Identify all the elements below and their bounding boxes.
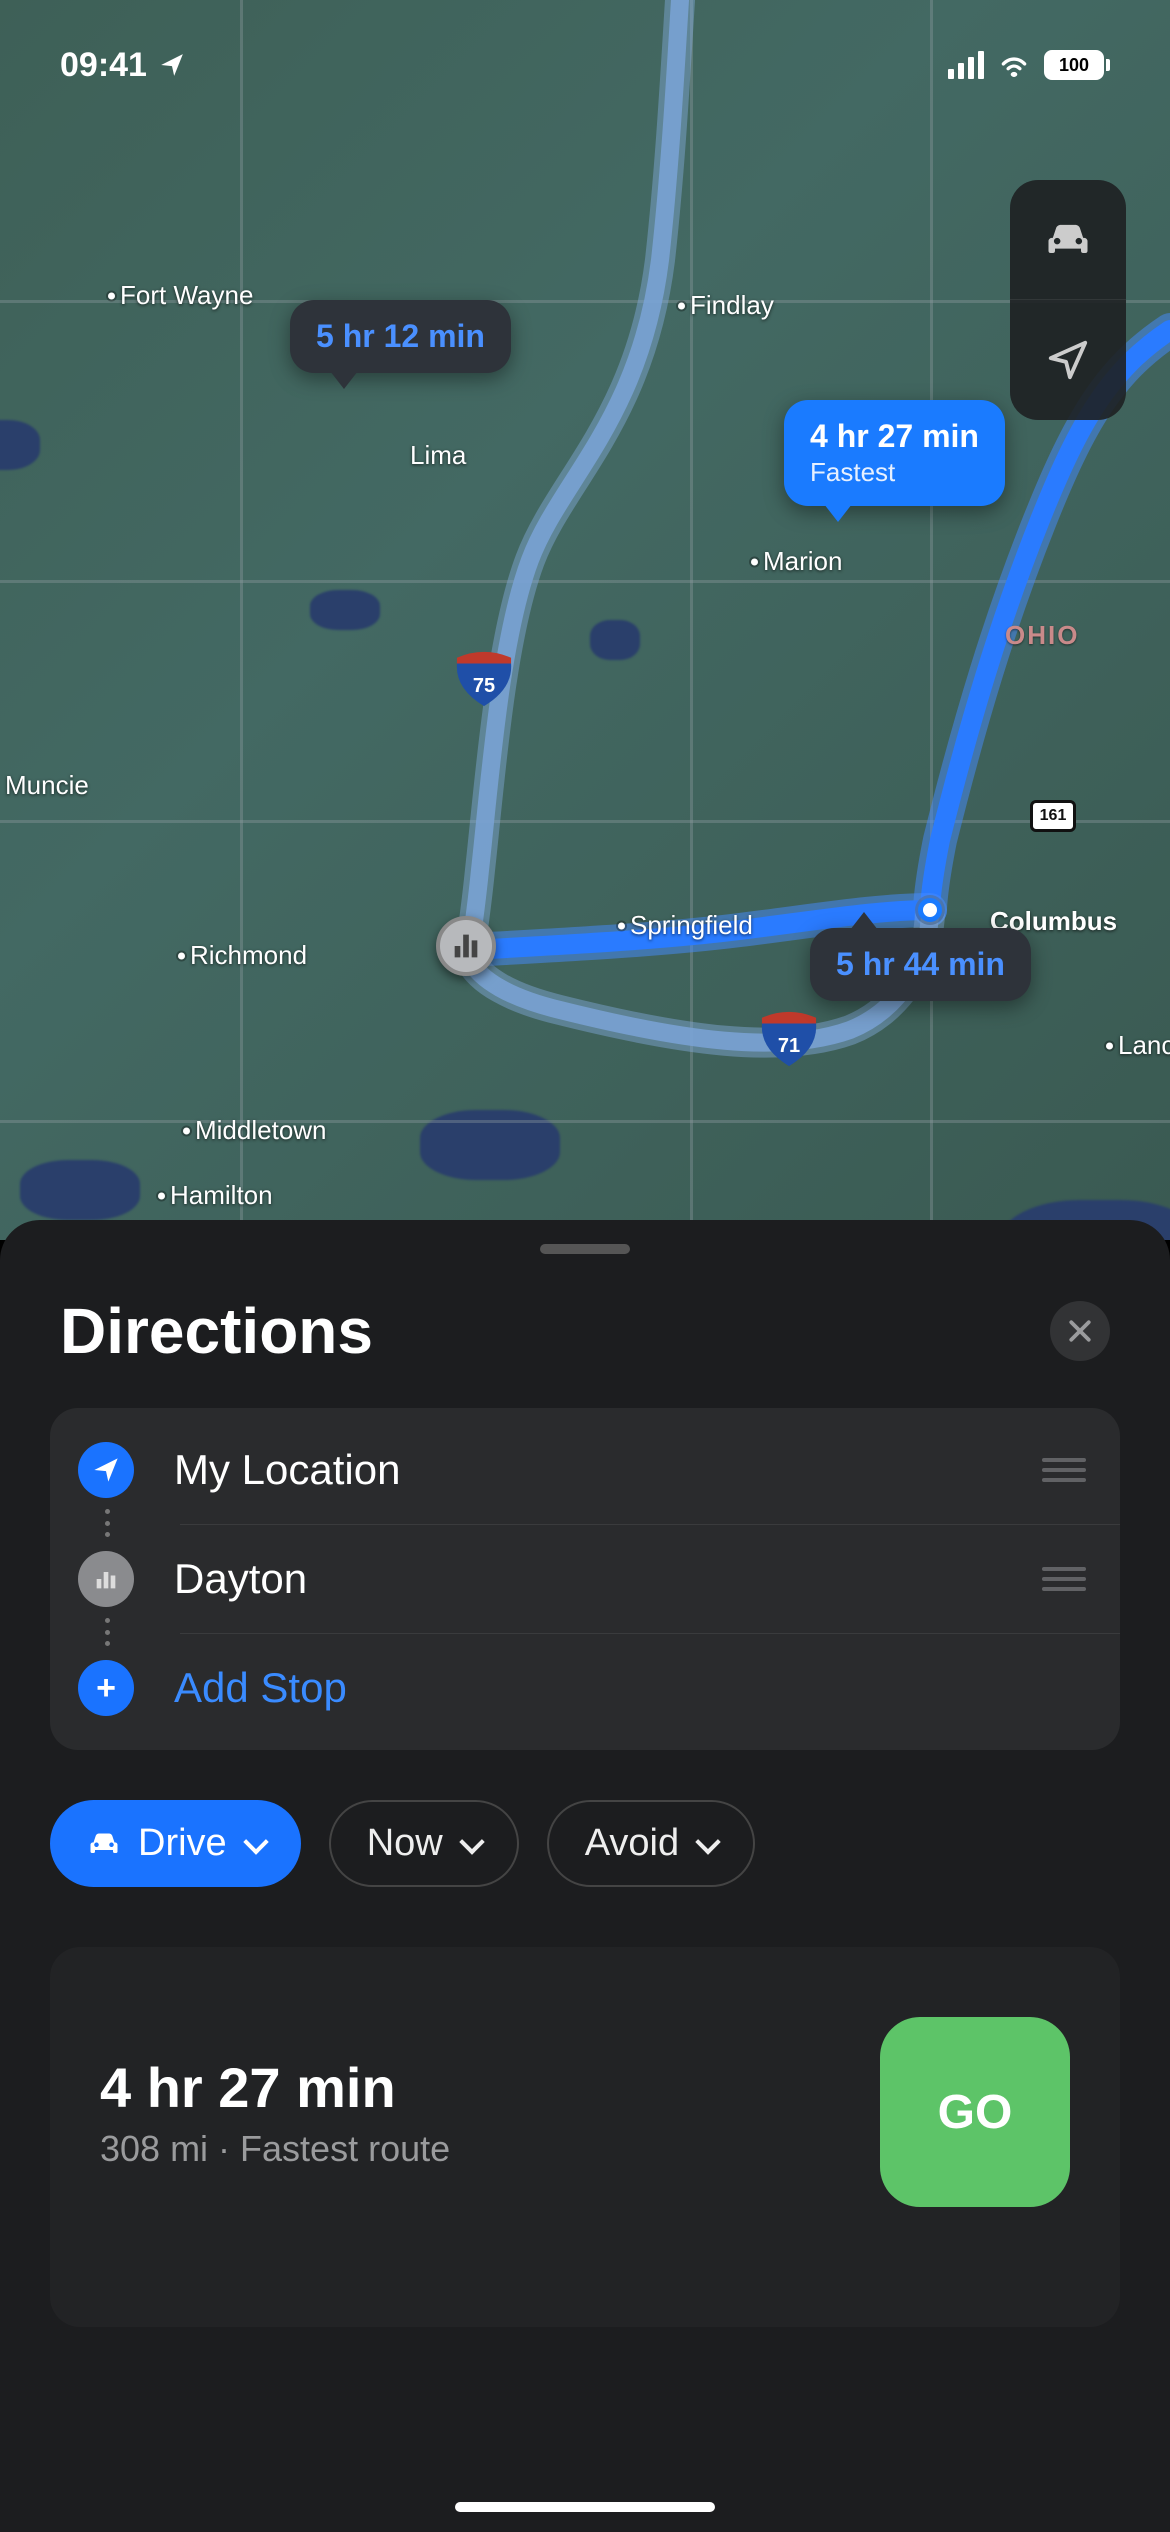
city-label-findlay: Findlay (690, 290, 774, 321)
stops-card: My Location Dayton + Add Stop (50, 1408, 1120, 1750)
close-icon (1065, 1316, 1095, 1346)
add-stop-row[interactable]: + Add Stop (50, 1634, 1120, 1742)
city-label-richmond: Richmond (190, 940, 307, 971)
sheet-header: Directions (0, 1294, 1170, 1408)
interstate-shield-71: 71 (760, 1010, 818, 1068)
route-shield-161: 161 (1030, 800, 1076, 832)
car-icon (1042, 214, 1094, 266)
car-icon (86, 1826, 122, 1862)
city-label-lancaster: Lanc (1118, 1030, 1170, 1061)
stop-to-label: Dayton (174, 1555, 1042, 1603)
sheet-grabber[interactable] (540, 1244, 630, 1254)
map-view[interactable]: Fort Wayne Findlay Lima Muncie Richmond … (0, 0, 1170, 1240)
route-callout-alt-1[interactable]: 5 hr 12 min (290, 300, 511, 373)
plus-icon: + (78, 1660, 134, 1716)
map-mode-button[interactable] (1010, 180, 1126, 300)
route-overlay (0, 0, 1170, 1240)
status-time: 09:41 (60, 46, 147, 85)
stop-to-row[interactable]: Dayton (50, 1525, 1120, 1633)
location-services-icon (159, 52, 185, 78)
city-icon (78, 1551, 134, 1607)
reorder-handle[interactable] (1042, 1458, 1092, 1482)
battery-level: 100 (1059, 55, 1089, 76)
route-duration: 4 hr 27 min (100, 2055, 450, 2120)
go-button[interactable]: GO (880, 2017, 1070, 2207)
battery-icon: 100 (1044, 50, 1110, 80)
location-icon (78, 1442, 134, 1498)
mode-label: Drive (138, 1822, 227, 1865)
route-callout-alt-2[interactable]: 5 hr 44 min (810, 928, 1031, 1001)
status-right: 100 (948, 50, 1110, 80)
state-label-ohio: OHIO (1005, 620, 1079, 651)
reorder-handle[interactable] (1042, 1567, 1092, 1591)
directions-sheet[interactable]: Directions My Location Dayton + Add Stop (0, 1220, 1170, 2532)
interstate-shield-75: 75 (455, 650, 513, 708)
city-label-middletown: Middletown (195, 1115, 327, 1146)
chevron-down-icon (695, 1829, 720, 1854)
city-label-hamilton: Hamilton (170, 1180, 273, 1211)
status-left: 09:41 (60, 46, 185, 85)
route-meta: 308 mi · Fastest route (100, 2128, 450, 2170)
route-card[interactable]: 4 hr 27 min 308 mi · Fastest route GO (50, 1947, 1120, 2327)
chevron-down-icon (459, 1829, 484, 1854)
when-chip[interactable]: Now (329, 1800, 519, 1887)
status-bar: 09:41 100 (0, 0, 1170, 130)
stop-from-row[interactable]: My Location (50, 1416, 1120, 1524)
map-controls (1010, 180, 1126, 420)
wifi-icon (998, 53, 1030, 77)
map-destination-pin[interactable] (436, 916, 496, 976)
close-button[interactable] (1050, 1301, 1110, 1361)
cellular-icon (948, 51, 984, 79)
options-chips: Drive Now Avoid (0, 1750, 1170, 1887)
avoid-chip[interactable]: Avoid (547, 1800, 755, 1887)
home-indicator[interactable] (455, 2502, 715, 2512)
map-start-marker (918, 898, 942, 922)
city-label-marion: Marion (763, 546, 842, 577)
when-label: Now (367, 1822, 443, 1865)
city-label-lima: Lima (410, 440, 466, 471)
avoid-label: Avoid (585, 1822, 679, 1865)
city-label-springfield: Springfield (630, 910, 753, 941)
route-info: 4 hr 27 min 308 mi · Fastest route (100, 2055, 450, 2170)
route-callout-fastest[interactable]: 4 hr 27 min Fastest (784, 400, 1005, 506)
chevron-down-icon (243, 1829, 268, 1854)
stop-from-label: My Location (174, 1446, 1042, 1494)
mode-chip[interactable]: Drive (50, 1800, 301, 1887)
add-stop-label: Add Stop (174, 1664, 1092, 1712)
location-arrow-icon (1045, 337, 1091, 383)
locate-me-button[interactable] (1010, 300, 1126, 420)
sheet-title: Directions (60, 1294, 373, 1368)
city-label-fort-wayne: Fort Wayne (120, 280, 253, 311)
city-label-muncie: Muncie (5, 770, 89, 801)
